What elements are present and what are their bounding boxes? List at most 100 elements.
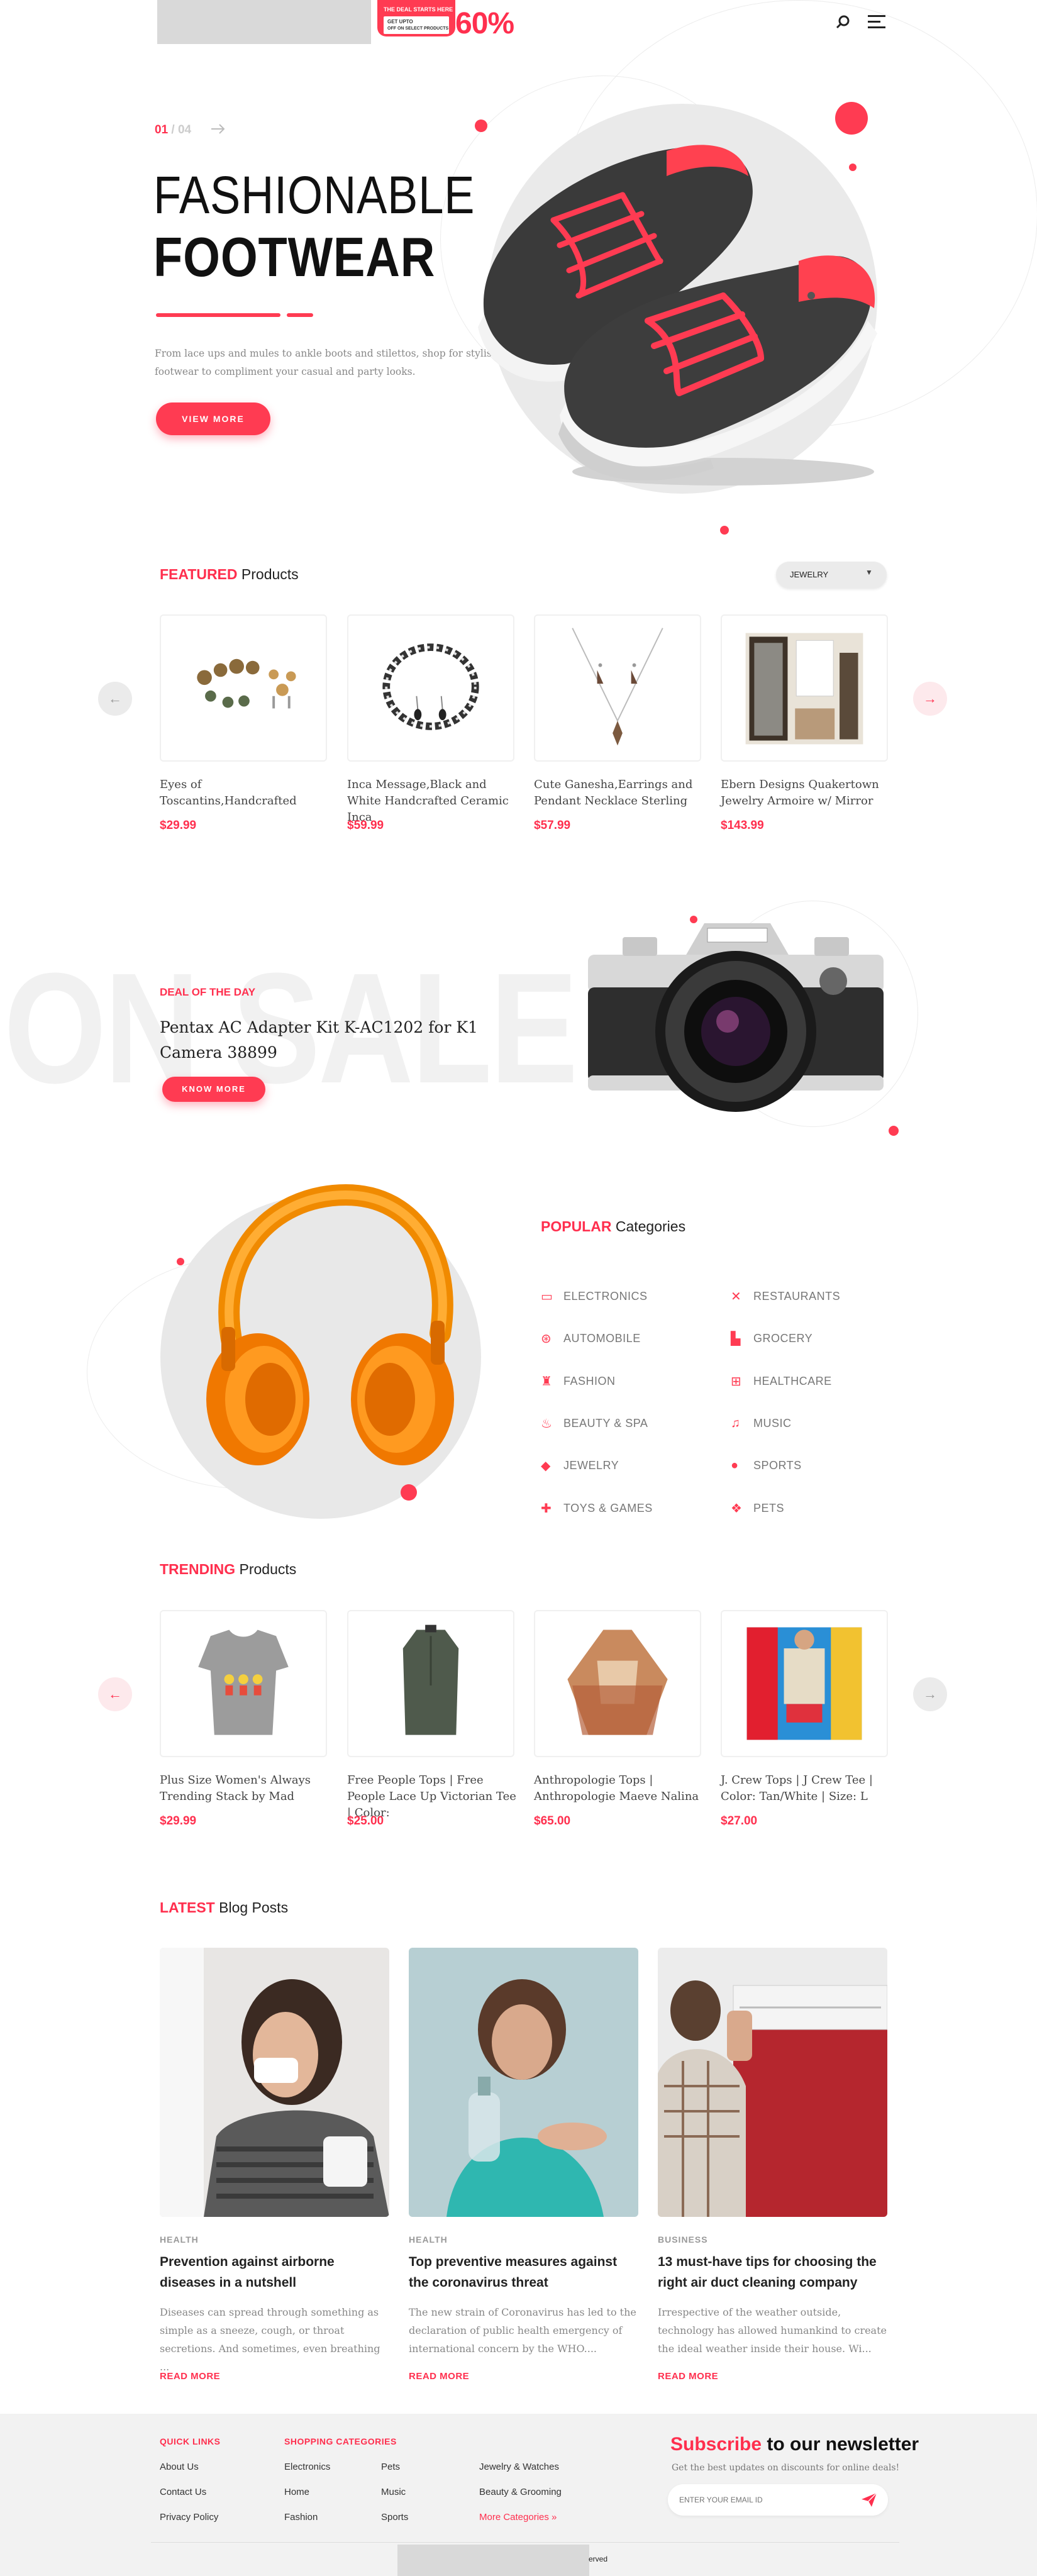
know-more-button[interactable]: KNOW MORE xyxy=(162,1077,265,1102)
category-healthcare[interactable]: ⊞ HEALTHCARE xyxy=(731,1372,832,1391)
footer-link[interactable]: Electronics xyxy=(284,2462,330,2472)
category-restaurants[interactable]: ✕ RESTAURANTS xyxy=(731,1287,840,1306)
category-sports[interactable]: ● SPORTS xyxy=(731,1456,802,1475)
category-label: BEAUTY & SPA xyxy=(563,1416,648,1430)
blog-post-title[interactable]: Prevention against airborne diseases in … xyxy=(160,2251,389,2293)
blog-image[interactable] xyxy=(409,1948,638,2217)
promo-line3: OFF ON SELECT PRODUCTS xyxy=(387,26,449,31)
category-filter-select[interactable]: JEWELRY ▼ xyxy=(776,562,887,588)
read-more-link[interactable]: READ MORE xyxy=(160,2371,220,2382)
product-card[interactable] xyxy=(534,1610,701,1757)
trending-title-accent: TRENDING xyxy=(160,1561,236,1577)
newsletter-title-accent: Subscribe xyxy=(670,2434,762,2455)
deal-label: DEAL OF THE DAY xyxy=(160,986,256,998)
hero-sneaker-image xyxy=(459,107,912,509)
category-label: TOYS & GAMES xyxy=(563,1501,653,1514)
newsletter-subtitle: Get the best updates on discounts for on… xyxy=(672,2463,900,2473)
send-icon[interactable] xyxy=(860,2492,878,2508)
product-name[interactable]: Anthropologie Tops | Anthropologie Maeve… xyxy=(534,1772,704,1805)
blog-title: LATEST Blog Posts xyxy=(160,1899,288,1916)
footer-link[interactable]: Beauty & Grooming xyxy=(479,2487,562,2497)
product-name[interactable]: Ebern Designs Quakertown Jewelry Armoire… xyxy=(721,777,890,809)
category-label: JEWELRY xyxy=(563,1458,619,1472)
copyright-text: erved xyxy=(589,2555,608,2563)
slide-current: 01 xyxy=(155,123,169,136)
product-card[interactable] xyxy=(534,614,701,762)
headphones-image xyxy=(189,1182,465,1484)
trending-title: TRENDING Products xyxy=(160,1561,296,1578)
email-input[interactable] xyxy=(679,2490,849,2509)
promo-banner[interactable]: THE DEAL STARTS HERE GET UPTO OFF ON SEL… xyxy=(376,0,514,45)
blog-post-excerpt: The new strain of Coronavirus has led to… xyxy=(409,2306,636,2355)
featured-prev-arrow-icon[interactable]: ← xyxy=(98,682,132,716)
footer-link[interactable]: Contact Us xyxy=(160,2487,206,2497)
more-categories-link[interactable]: More Categories » xyxy=(479,2512,557,2523)
read-more-link[interactable]: READ MORE xyxy=(658,2371,718,2382)
deal-product-title[interactable]: Pentax AC Adapter Kit K-AC1202 for K1 Ca… xyxy=(160,1015,537,1065)
product-card[interactable] xyxy=(347,614,514,762)
blog-title-rest: Blog Posts xyxy=(219,1899,289,1916)
product-card[interactable] xyxy=(160,1610,327,1757)
product-name[interactable]: Eyes of Toscantins,Handcrafted xyxy=(160,777,330,809)
footer-link[interactable]: Music xyxy=(381,2487,406,2497)
slide-next-arrow-icon[interactable] xyxy=(210,122,226,136)
category-filter-value: JEWELRY xyxy=(790,570,829,579)
product-price: $59.99 xyxy=(347,819,384,832)
product-name[interactable]: J. Crew Tops | J Crew Tee | Color: Tan/W… xyxy=(721,1772,890,1805)
category-label: FASHION xyxy=(563,1374,616,1387)
quick-links-heading: QUICK LINKS xyxy=(160,2436,221,2446)
view-more-button[interactable]: VIEW MORE xyxy=(156,402,270,435)
trending-prev-arrow-icon[interactable]: ← xyxy=(98,1677,132,1711)
product-card[interactable] xyxy=(347,1610,514,1757)
blog-category: HEALTH xyxy=(160,2235,199,2245)
popular-dot xyxy=(401,1484,417,1501)
spa-icon: ♨ xyxy=(541,1416,553,1431)
promo-line2: GET UPTO xyxy=(387,19,413,25)
first-aid-icon: ⊞ xyxy=(731,1374,742,1389)
category-pets[interactable]: ❖ PETS xyxy=(731,1499,784,1518)
trending-next-arrow-icon[interactable]: → xyxy=(913,1677,947,1711)
blog-post-title[interactable]: Top preventive measures against the coro… xyxy=(409,2251,638,2293)
footer-link[interactable]: Privacy Policy xyxy=(160,2512,218,2523)
featured-next-arrow-icon[interactable]: → xyxy=(913,682,947,716)
popular-title-accent: POPULAR xyxy=(541,1218,612,1235)
product-image xyxy=(745,633,863,745)
category-electronics[interactable]: ▭ ELECTRONICS xyxy=(541,1287,648,1306)
footer-link[interactable]: About Us xyxy=(160,2462,199,2472)
blog-image[interactable] xyxy=(160,1948,389,2217)
footer-link[interactable]: Pets xyxy=(381,2462,400,2472)
dress-icon: ♜ xyxy=(541,1374,553,1389)
logo-placeholder[interactable] xyxy=(157,0,371,44)
read-more-link[interactable]: READ MORE xyxy=(409,2371,469,2382)
blog-image[interactable] xyxy=(658,1948,887,2217)
wheel-icon: ⊛ xyxy=(541,1331,552,1346)
product-image xyxy=(402,1624,459,1735)
footer-link[interactable]: Sports xyxy=(381,2512,408,2523)
blog-post-title[interactable]: 13 must-have tips for choosing the right… xyxy=(658,2251,887,2293)
cutlery-icon: ✕ xyxy=(731,1289,742,1304)
product-card[interactable] xyxy=(160,614,327,762)
product-price: $65.00 xyxy=(534,1814,571,1828)
category-automobile[interactable]: ⊛ AUTOMOBILE xyxy=(541,1329,641,1348)
category-fashion[interactable]: ♜ FASHION xyxy=(541,1372,616,1391)
footer-link[interactable]: Jewelry & Watches xyxy=(479,2462,559,2472)
product-name[interactable]: Plus Size Women's Always Trending Stack … xyxy=(160,1772,330,1805)
product-image xyxy=(197,658,296,709)
product-price: $25.00 xyxy=(347,1814,384,1828)
footer-link[interactable]: Home xyxy=(284,2487,309,2497)
category-jewelry[interactable]: ◆ JEWELRY xyxy=(541,1456,619,1475)
slide-total: 04 xyxy=(177,123,192,136)
product-card[interactable] xyxy=(721,614,888,762)
blog-category: HEALTH xyxy=(409,2235,448,2245)
footer-link[interactable]: Fashion xyxy=(284,2512,318,2523)
category-beauty-spa[interactable]: ♨ BEAUTY & SPA xyxy=(541,1414,648,1433)
blog-post-excerpt: Diseases can spread through something as… xyxy=(160,2306,380,2373)
hero-title-light: FASHIONABLE xyxy=(153,165,475,225)
category-music[interactable]: ♫ MUSIC xyxy=(731,1414,792,1433)
category-grocery[interactable]: ▙ GROCERY xyxy=(731,1329,812,1348)
hero-underline xyxy=(156,313,280,317)
product-name[interactable]: Cute Ganesha,Earrings and Pendant Neckla… xyxy=(534,777,704,809)
category-toys-games[interactable]: ✚ TOYS & GAMES xyxy=(541,1499,653,1518)
product-card[interactable] xyxy=(721,1610,888,1757)
promo-percent: 60% xyxy=(455,7,514,40)
